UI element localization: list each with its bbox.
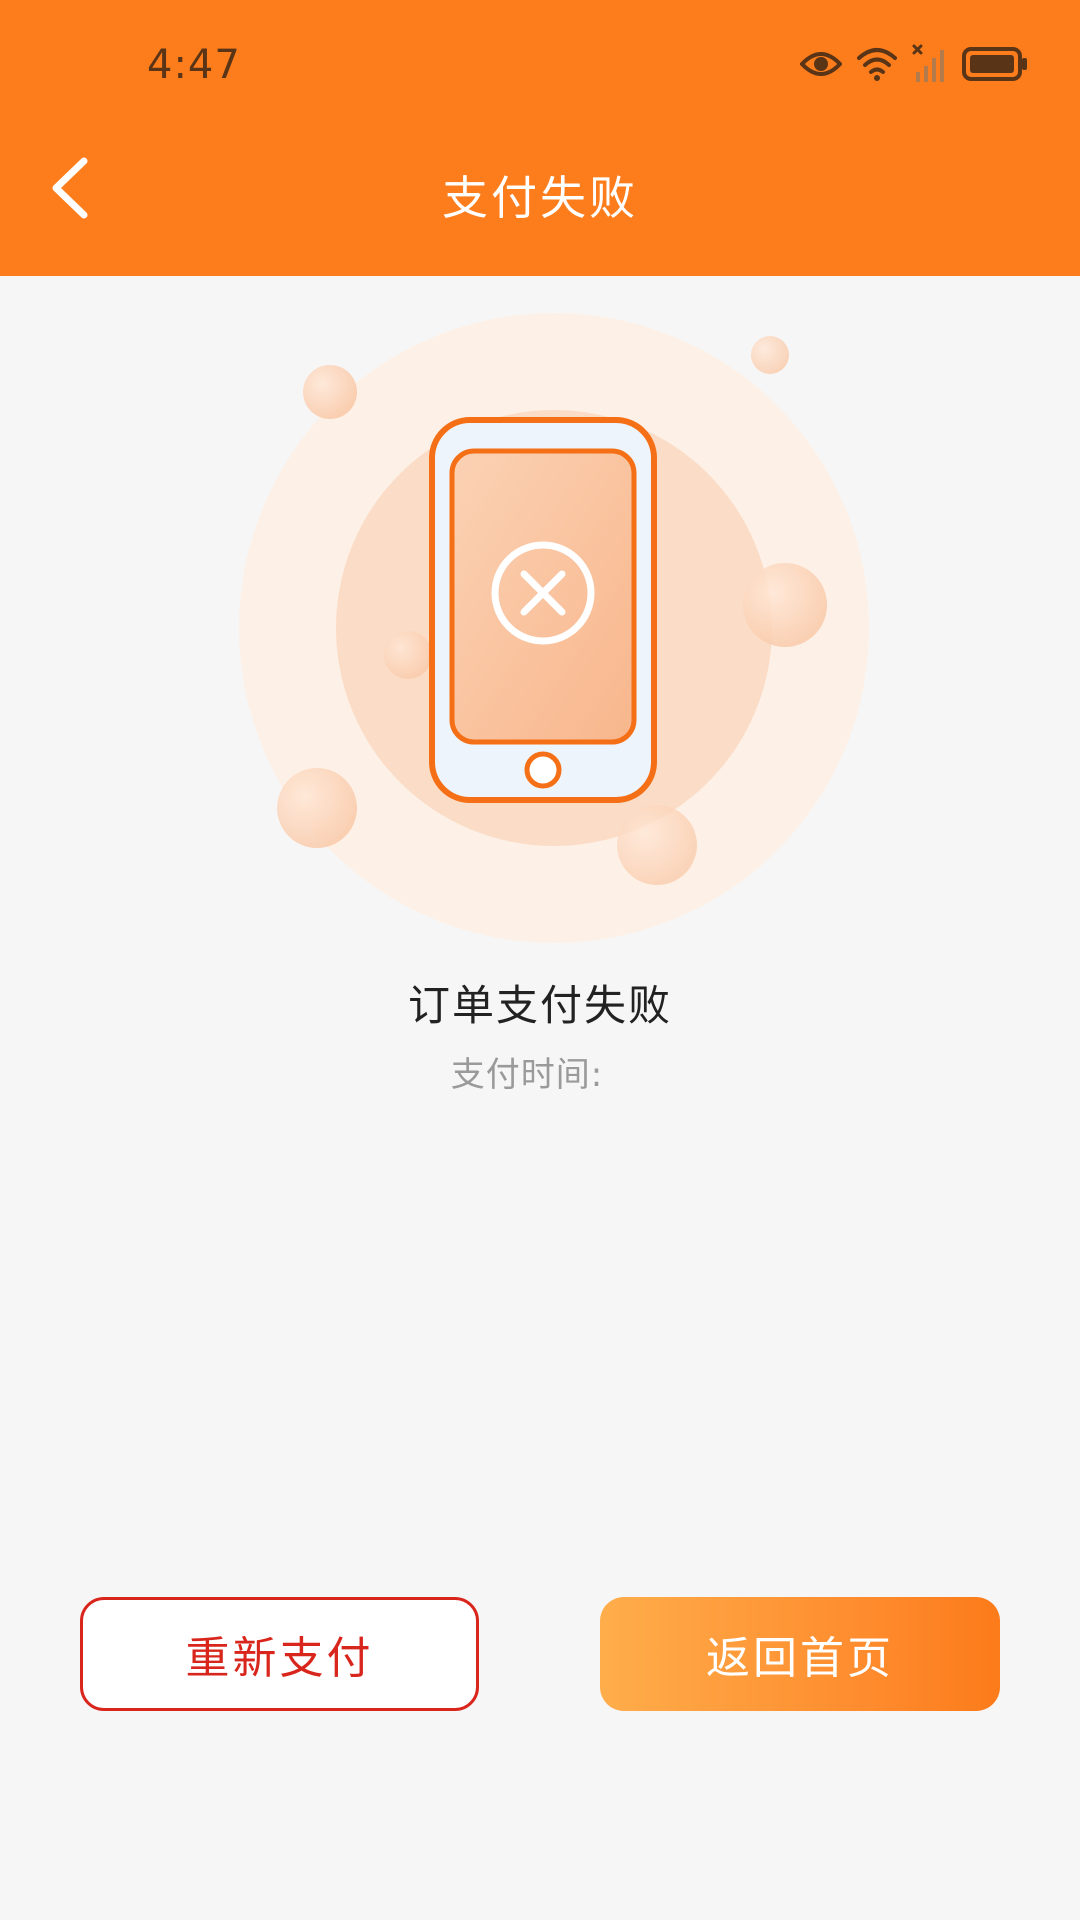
payment-time-label: 支付时间: <box>450 1055 604 1095</box>
page-title: 支付失败 <box>442 171 638 225</box>
retry-payment-button[interactable]: 重新支付 <box>80 1597 479 1711</box>
payment-failed-title: 订单支付失败 <box>407 981 672 1030</box>
signal-icon <box>912 44 948 84</box>
status-bar-icons <box>800 44 1028 84</box>
wifi-icon <box>856 46 898 82</box>
battery-icon <box>962 47 1028 81</box>
back-home-button[interactable]: 返回首页 <box>600 1597 1000 1711</box>
payment-failed-phone-icon <box>239 313 869 943</box>
payment-failed-illustration <box>210 300 870 960</box>
status-bar-time: 4:47 <box>147 42 241 88</box>
app-header: 4:47 支付失败 <box>0 0 1080 276</box>
eye-icon <box>800 49 842 79</box>
